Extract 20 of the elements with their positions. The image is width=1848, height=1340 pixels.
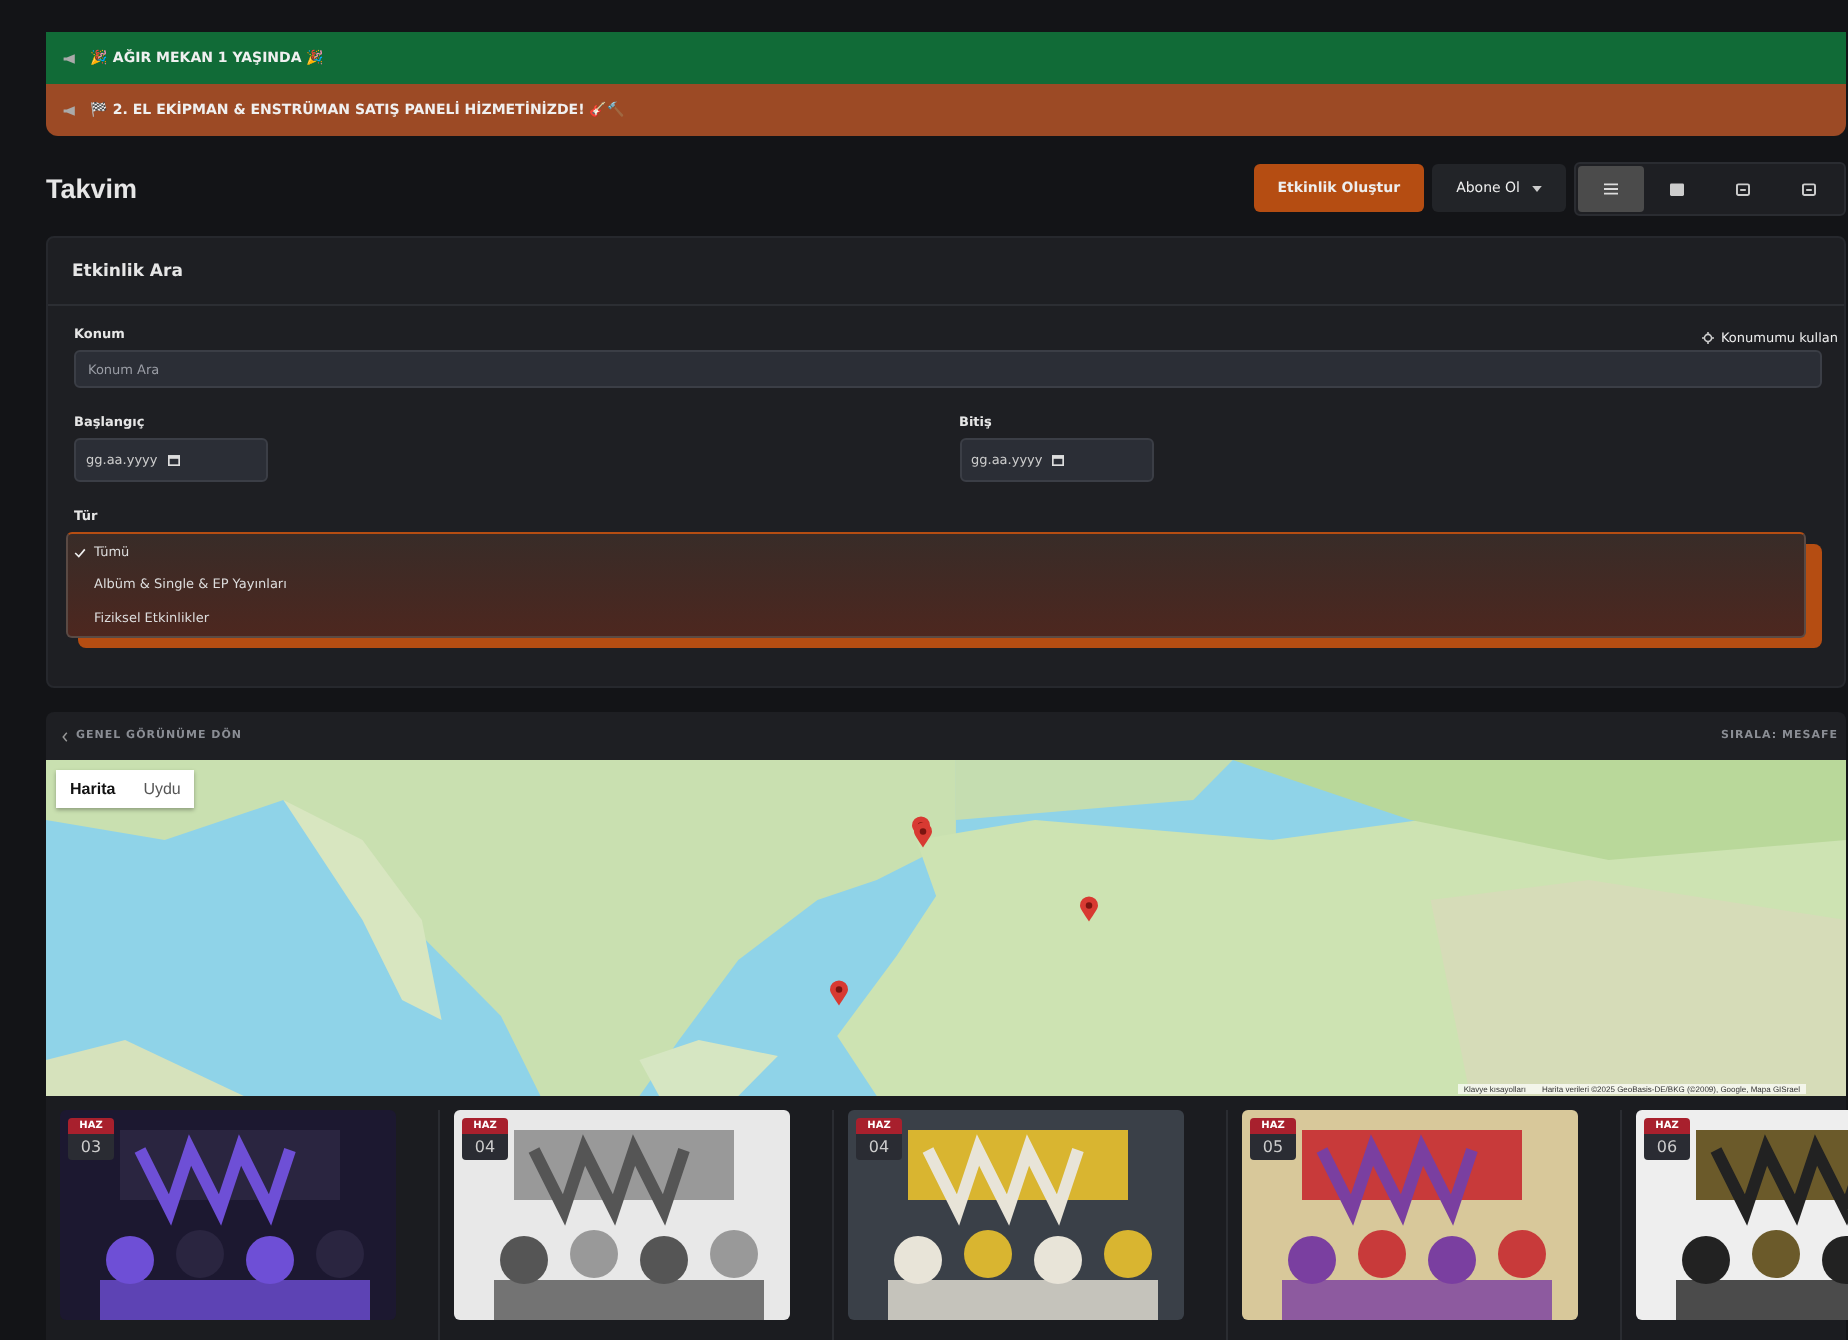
map-pin-icon (914, 822, 932, 848)
map-type-tab[interactable]: Harita (56, 770, 130, 808)
check-icon (74, 547, 86, 558)
caret-icon (1532, 185, 1542, 191)
view-tab[interactable] (1578, 165, 1644, 211)
badge-day: 03 (68, 1134, 114, 1160)
megaphone-icon (62, 103, 78, 117)
page-title: Takvim (46, 173, 138, 203)
crosshair-icon (1702, 332, 1715, 344)
badge-day: 06 (1644, 1134, 1690, 1160)
megaphone-icon (62, 51, 78, 65)
badge-day: 05 (1250, 1134, 1296, 1160)
map-type-tab[interactable]: Uydu (129, 770, 195, 808)
badge-day: 04 (462, 1134, 508, 1160)
panel-title: Etkinlik Ara (72, 261, 183, 281)
badge-day: 04 (856, 1134, 902, 1160)
chevron-left-icon (62, 731, 68, 741)
list-icon (1604, 181, 1618, 195)
map-pin-icon (1080, 896, 1098, 922)
map-pin-icon (830, 980, 848, 1006)
